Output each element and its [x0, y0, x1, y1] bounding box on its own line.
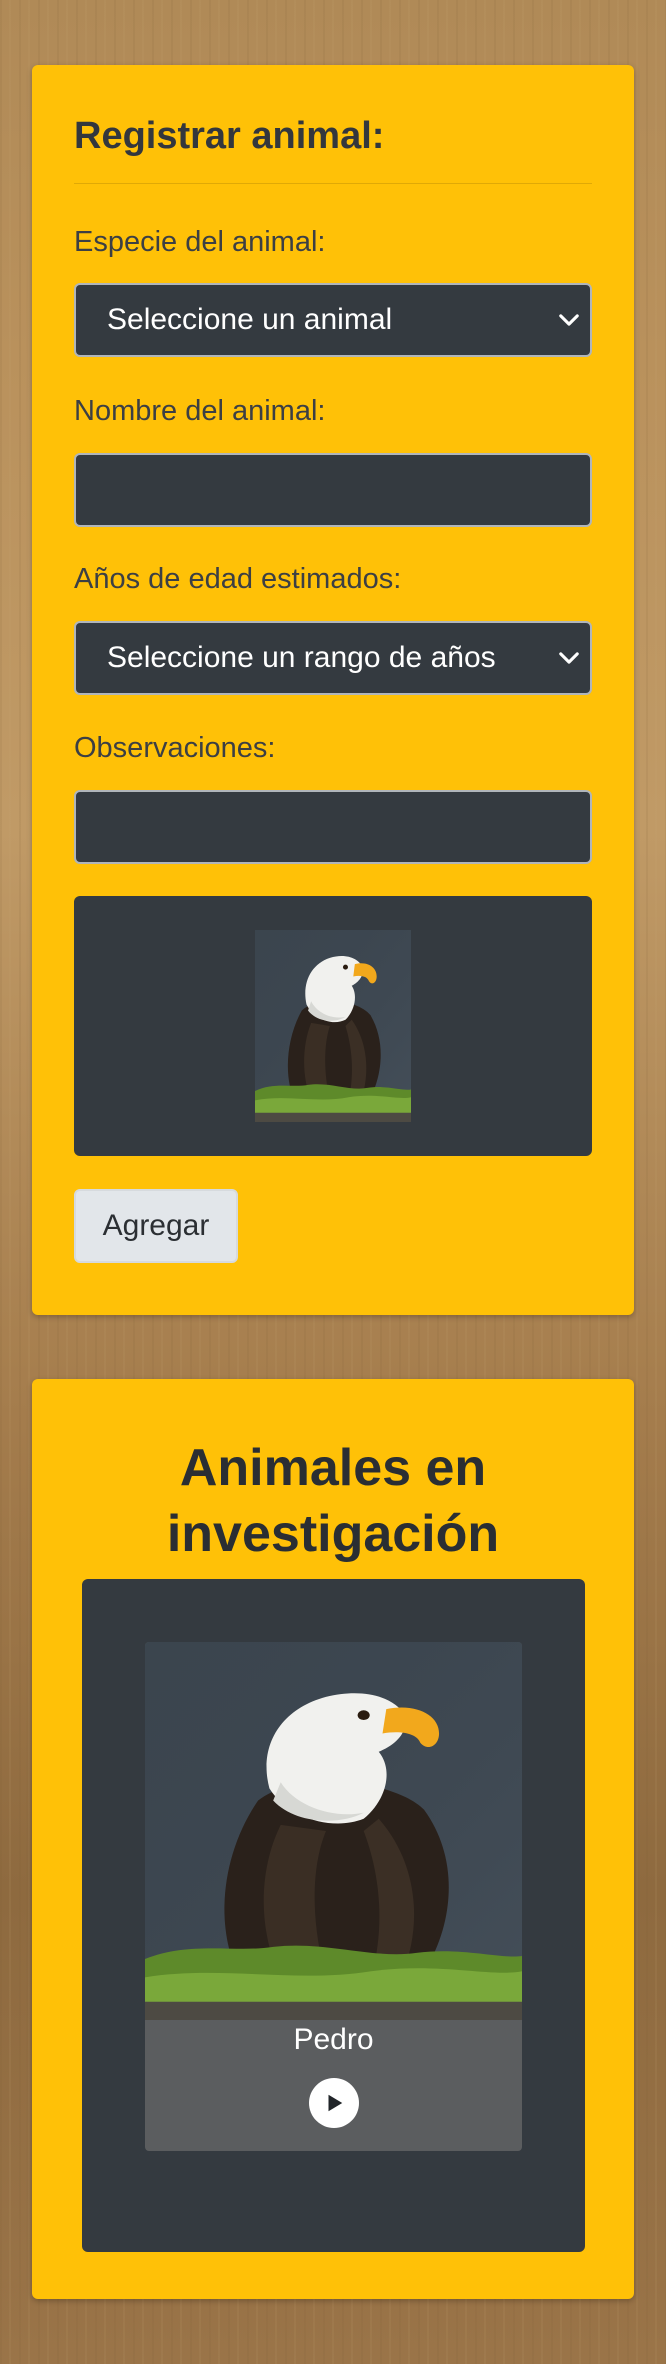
form-title: Registrar animal:: [74, 115, 385, 157]
species-select-value: Seleccione un animal: [107, 303, 393, 336]
title-divider: [74, 183, 592, 184]
chevron-down-icon: [559, 314, 579, 326]
section-title: Animales en investigación: [32, 1435, 634, 1567]
observations-label: Observaciones:: [74, 732, 276, 764]
play-icon: [328, 2094, 343, 2112]
observations-input[interactable]: [74, 790, 592, 864]
register-animal-form: Registrar animal: Especie del animal: Se…: [32, 65, 634, 1315]
species-select[interactable]: Seleccione un animal: [74, 283, 592, 357]
age-label: Años de edad estimados:: [74, 563, 402, 595]
name-label: Nombre del animal:: [74, 395, 326, 427]
section-title-line1: Animales en: [179, 1439, 487, 1497]
image-preview: [74, 896, 592, 1156]
age-select[interactable]: Seleccione un rango de años: [74, 621, 592, 695]
animals-list: Pedro: [82, 1579, 585, 2252]
animals-research-section: Animales en investigación Pedro: [32, 1379, 634, 2299]
name-input[interactable]: [74, 453, 592, 527]
animal-card[interactable]: Pedro: [145, 1642, 522, 2151]
eagle-image: [255, 930, 411, 1122]
play-button[interactable]: [309, 2078, 359, 2128]
age-select-value: Seleccione un rango de años: [107, 641, 496, 674]
eagle-image: [145, 1642, 522, 2020]
add-button[interactable]: Agregar: [74, 1189, 238, 1263]
animal-name: Pedro: [293, 2023, 374, 2056]
section-title-line2: investigación: [166, 1505, 500, 1563]
chevron-down-icon: [559, 652, 579, 664]
species-label: Especie del animal:: [74, 226, 326, 258]
